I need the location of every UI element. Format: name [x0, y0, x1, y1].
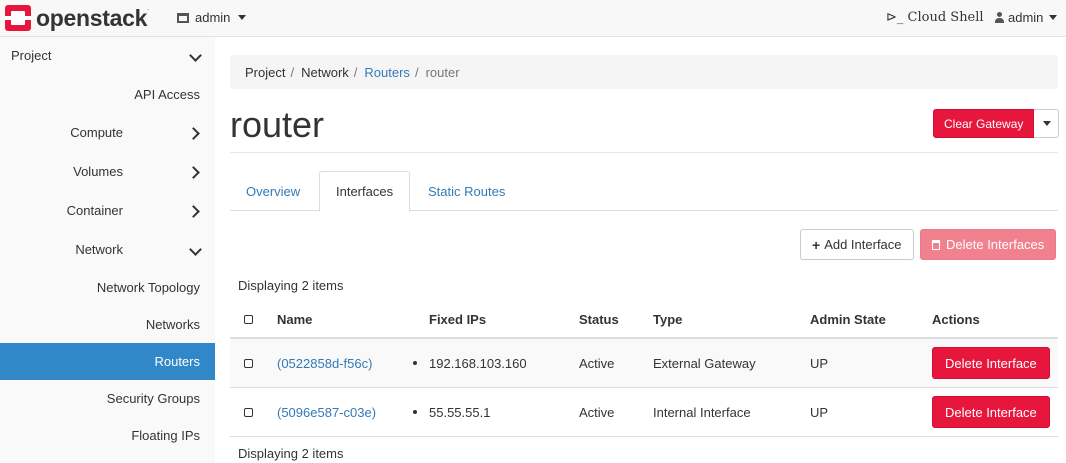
delete-interface-button[interactable]: Delete Interface	[932, 347, 1050, 379]
add-interface-label: Add Interface	[824, 237, 902, 252]
delete-interface-button[interactable]: Delete Interface	[932, 396, 1050, 428]
breadcrumb-separator: /	[414, 64, 419, 80]
column-header-name[interactable]: Name	[277, 302, 312, 337]
item-count-bottom: Displaying 2 items	[238, 446, 344, 461]
breadcrumb-item-current: router	[425, 64, 460, 80]
delete-interfaces-label: Delete Interfaces	[946, 237, 1045, 252]
breadcrumb-separator: /	[353, 64, 358, 80]
chevron-right-icon	[190, 167, 200, 177]
interface-name-link[interactable]: (5096e587-c03e)	[277, 388, 376, 436]
sidebar-item-label: Security Groups	[106, 391, 200, 406]
breadcrumb-item-network: Network	[301, 64, 349, 80]
divider	[230, 152, 1058, 153]
item-count-top: Displaying 2 items	[238, 278, 344, 293]
chevron-right-icon	[190, 206, 200, 216]
breadcrumb-item-project: Project	[245, 64, 286, 80]
cloud-shell-link[interactable]: ⊳_ Cloud Shell	[886, 10, 984, 25]
sidebar-item-api-access[interactable]: API Access	[0, 76, 215, 113]
sidebar-item-networks[interactable]: Networks	[0, 306, 215, 343]
sidebar-item-label: Compute	[70, 125, 123, 140]
fixed-ip-cell: 55.55.55.1	[413, 388, 490, 436]
row-checkbox[interactable]	[244, 358, 253, 368]
delete-interfaces-button[interactable]: Delete Interfaces	[920, 229, 1057, 260]
chevron-down-icon	[190, 51, 200, 61]
sidebar-item-label: Volumes	[73, 164, 123, 179]
sidebar-item-label: Network	[75, 242, 123, 257]
page-title: router	[230, 104, 325, 145]
sidebar-item-routers[interactable]: Routers	[0, 343, 215, 380]
interface-name-link[interactable]: (0522858d-f56c)	[277, 339, 372, 387]
user-menu-dropdown[interactable]: admin	[995, 10, 1058, 25]
sidebar-item-floating-ips[interactable]: Floating IPs	[0, 417, 215, 454]
trash-icon	[932, 239, 940, 250]
sidebar-item-volumes[interactable]: Volumes	[0, 153, 215, 190]
status-cell: Active	[579, 404, 615, 420]
project-icon	[177, 12, 189, 23]
fixed-ip-value: 55.55.55.1	[429, 404, 491, 420]
table-header-row: Name Fixed IPs Status Type Admin State A…	[230, 302, 1058, 339]
sidebar-item-label: Project	[11, 48, 52, 63]
openstack-logo-icon	[5, 5, 31, 31]
fixed-ip-value: 192.168.103.160	[429, 355, 527, 371]
sidebar-item-project[interactable]: Project	[0, 37, 215, 74]
admin-state-cell: UP	[810, 355, 829, 371]
type-cell: Internal Interface	[653, 404, 751, 420]
sidebar-item-label: Routers	[154, 354, 200, 369]
caret-down-icon	[238, 15, 247, 20]
more-actions-dropdown-toggle[interactable]	[1034, 109, 1060, 138]
chevron-right-icon	[190, 128, 200, 138]
sidebar-item-network-topology[interactable]: Network Topology	[0, 269, 215, 306]
status-cell: Active	[579, 355, 615, 371]
chevron-down-icon	[190, 245, 200, 255]
column-header-fixed-ips[interactable]: Fixed IPs	[429, 302, 486, 337]
breadcrumb-separator: /	[290, 64, 295, 80]
clear-gateway-button[interactable]: Clear Gateway	[933, 109, 1035, 138]
sidebar-item-label: Networks	[145, 317, 200, 332]
add-interface-button[interactable]: + Add Interface	[800, 229, 914, 260]
top-navbar: openstack. admin ⊳_ Cloud Shell admin	[0, 0, 1066, 37]
caret-down-icon	[1043, 121, 1052, 126]
caret-down-icon	[1049, 15, 1058, 20]
sidebar-item-label: Floating IPs	[131, 428, 200, 443]
column-header-status[interactable]: Status	[579, 302, 619, 337]
sidebar-item-label: API Access	[134, 87, 200, 102]
plus-icon: +	[812, 236, 821, 253]
openstack-logo[interactable]: openstack.	[5, 5, 149, 31]
column-header-type[interactable]: Type	[653, 302, 682, 337]
brand-name: openstack.	[36, 4, 149, 31]
breadcrumb: Project / Network / Routers / router	[230, 55, 1058, 89]
sidebar-item-security-groups[interactable]: Security Groups	[0, 380, 215, 417]
tab-interfaces[interactable]: Interfaces	[319, 171, 411, 212]
project-selector-label: admin	[195, 10, 231, 25]
sidebar-item-network[interactable]: Network	[0, 231, 215, 268]
row-checkbox[interactable]	[244, 407, 253, 417]
select-all-checkbox[interactable]	[244, 315, 253, 324]
sidebar: Project API Access Compute Volumes Conta…	[0, 37, 215, 463]
tab-static-routes[interactable]: Static Routes	[412, 171, 521, 211]
router-actions-group: Clear Gateway	[933, 109, 1060, 138]
sidebar-item-compute[interactable]: Compute	[0, 114, 215, 151]
project-selector-dropdown[interactable]: admin	[177, 10, 247, 25]
admin-state-cell: UP	[810, 404, 829, 420]
tab-overview[interactable]: Overview	[230, 171, 316, 211]
sidebar-item-container[interactable]: Container	[0, 192, 215, 229]
user-icon	[995, 12, 1004, 23]
column-header-actions: Actions	[932, 312, 980, 327]
bullet-icon	[413, 361, 417, 365]
tab-bar: Overview Interfaces Static Routes	[230, 171, 1058, 212]
type-cell: External Gateway	[653, 355, 756, 371]
breadcrumb-link-routers[interactable]: Routers	[364, 65, 410, 80]
column-header-admin-state[interactable]: Admin State	[810, 302, 886, 337]
table-row: (5096e587-c03e) 55.55.55.1 Active Intern…	[230, 388, 1058, 437]
fixed-ip-cell: 192.168.103.160	[413, 339, 527, 387]
user-menu-label: admin	[1008, 10, 1044, 25]
sidebar-item-label: Network Topology	[96, 280, 200, 295]
sidebar-item-label: Container	[66, 203, 123, 218]
bullet-icon	[413, 410, 417, 414]
table-row: (0522858d-f56c) 192.168.103.160 Active E…	[230, 339, 1058, 388]
